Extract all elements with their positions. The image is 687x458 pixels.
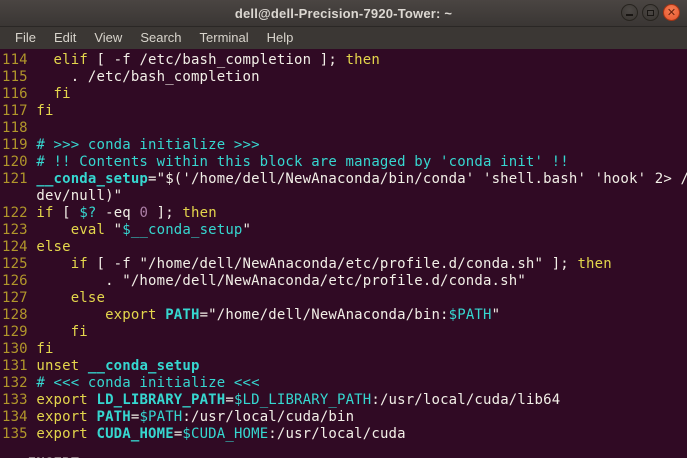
vim-statusline: -- INSERT -- 135,44 Bot [0,442,687,458]
code-line: 125 if [ -f "/home/dell/NewAnaconda/etc/… [2,256,612,272]
line-number: 116 [2,86,37,102]
line-number [2,188,36,204]
code-line: 129 fi [2,324,88,340]
menu-terminal[interactable]: Terminal [191,28,258,48]
window-titlebar[interactable]: dell@dell-Precision-7920-Tower: ~ ✕ [0,0,687,27]
code-line: 130 fi [2,341,54,357]
code-line: 134 export PATH=$PATH:/usr/local/cuda/bi… [2,409,355,425]
line-number: 134 [2,409,37,425]
minimize-icon [626,14,633,16]
line-number: 135 [2,426,37,442]
code-line: 126 . "/home/dell/NewAnaconda/etc/profil… [2,273,526,289]
line-number: 114 [2,52,37,68]
maximize-icon [647,9,654,16]
code-line: 117 fi [2,103,54,119]
line-number: 115 [2,69,37,85]
line-number: 123 [2,222,37,238]
code-line: 128 export PATH="/home/dell/NewAnaconda/… [2,307,501,323]
minimize-button[interactable] [621,4,638,21]
close-icon: ✕ [666,6,677,19]
code-line: 115 . /etc/bash_completion [2,69,260,85]
line-number: 125 [2,256,37,272]
line-number: 118 [2,120,37,136]
line-number: 130 [2,341,37,357]
window-title: dell@dell-Precision-7920-Tower: ~ [234,5,453,21]
line-number: 120 [2,154,37,170]
menu-help[interactable]: Help [258,28,303,48]
line-number: 127 [2,290,37,306]
line-number: 131 [2,358,37,374]
code-line: 135 export CUDA_HOME=$CUDA_HOME:/usr/loc… [2,426,406,442]
code-line: 120 # !! Contents within this block are … [2,154,569,170]
code-area: 114 elif [ -f /etc/bash_completion ]; th… [0,52,687,443]
menubar: File Edit View Search Terminal Help [0,27,687,49]
code-line: 118 [2,120,687,137]
code-line: 131 unset __conda_setup [2,358,200,374]
line-number: 119 [2,137,37,153]
menu-edit[interactable]: Edit [45,28,85,48]
line-number: 129 [2,324,37,340]
code-line: 127 else [2,290,106,306]
code-line: 123 eval "$__conda_setup" [2,222,252,238]
line-number: 122 [2,205,37,221]
line-number: 117 [2,103,37,119]
code-line-wrap: dev/null)" [2,188,687,205]
menu-view[interactable]: View [85,28,131,48]
line-number: 133 [2,392,37,408]
code-line: 133 export LD_LIBRARY_PATH=$LD_LIBRARY_P… [2,392,561,408]
code-line: 124 else [2,239,71,255]
menu-search[interactable]: Search [131,28,190,48]
menu-file[interactable]: File [6,28,45,48]
line-number: 121 [2,171,37,187]
code-line: 132 # <<< conda initialize <<< [2,375,260,391]
terminal-viewport[interactable]: 114 elif [ -f /etc/bash_completion ]; th… [0,49,687,458]
close-button[interactable]: ✕ [663,4,680,21]
line-number: 124 [2,239,37,255]
line-number: 132 [2,375,37,391]
line-number: 128 [2,307,37,323]
window-controls: ✕ [621,4,680,21]
terminal-window: dell@dell-Precision-7920-Tower: ~ ✕ File… [0,0,687,458]
code-line: 121 __conda_setup="$('/home/dell/NewAnac… [2,171,687,187]
code-line: 114 elif [ -f /etc/bash_completion ]; th… [2,52,380,68]
code-line: 116 fi [2,86,71,102]
line-number: 126 [2,273,37,289]
maximize-button[interactable] [642,4,659,21]
code-line: 119 # >>> conda initialize >>> [2,137,260,153]
code-line: 122 if [ $? -eq 0 ]; then [2,205,217,221]
